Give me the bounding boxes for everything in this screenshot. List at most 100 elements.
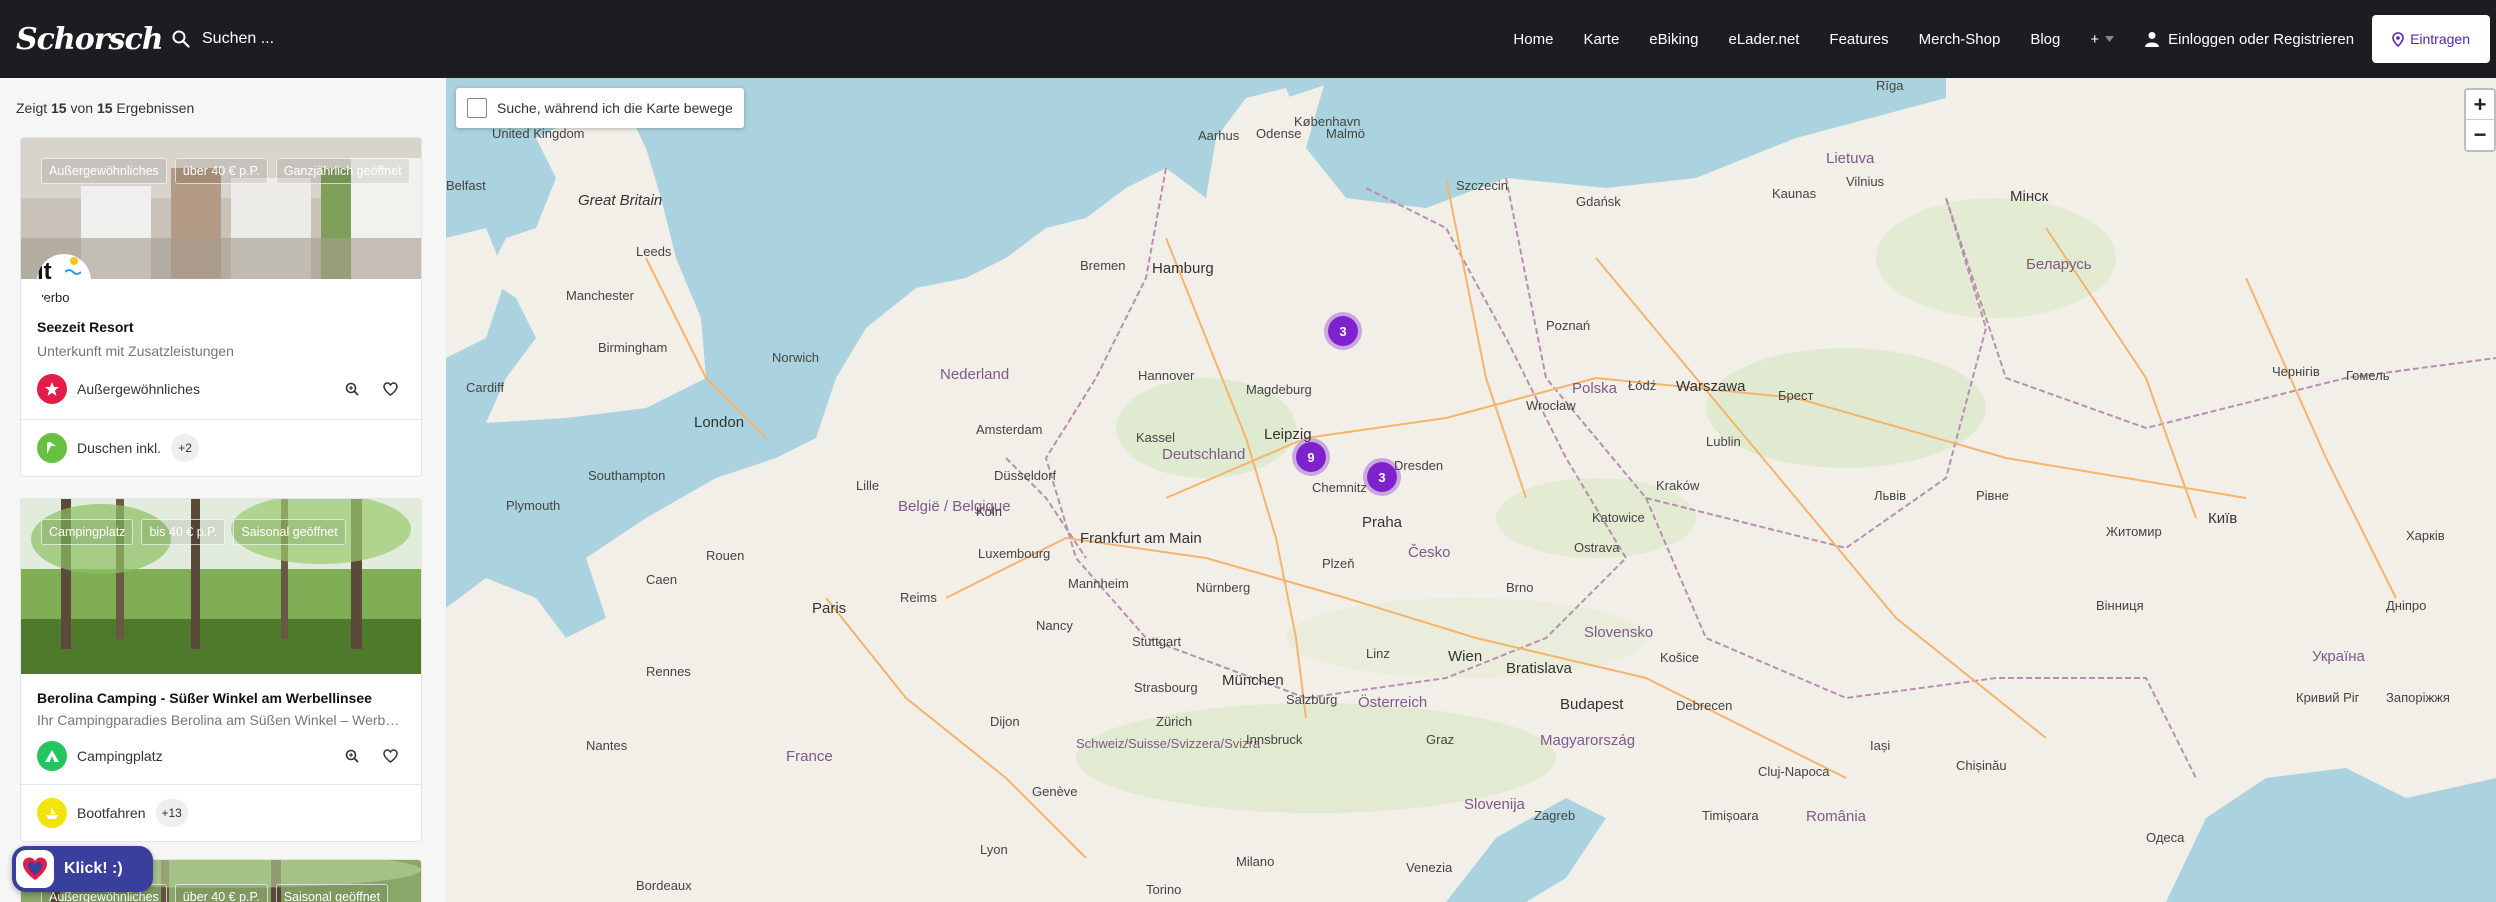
listing-image[interactable]: Campingplatz bis 40 € p.P. Saisonal geöf… (21, 499, 421, 674)
zoom-out-button[interactable]: − (2466, 120, 2494, 150)
map-label: Polska (1572, 380, 1618, 397)
map-label: Vilnius (1846, 174, 1885, 189)
tag: Außergewöhnliches (41, 158, 167, 184)
map-label: Nantes (586, 738, 628, 753)
map-label: Košice (1660, 650, 1700, 665)
map-label: Брест (1778, 388, 1814, 403)
map-label: Amsterdam (976, 422, 1043, 437)
map-label: Одеса (2146, 830, 2185, 845)
map-label: Düsseldorf (994, 468, 1057, 483)
map-cluster-marker[interactable]: 3 (1324, 312, 1362, 350)
map-label: Plzeň (1322, 556, 1355, 571)
results-total: 15 (96, 100, 113, 116)
map-label: Caen (646, 572, 678, 587)
header-search[interactable] (172, 20, 502, 58)
login-label: Einloggen oder Registrieren (2168, 30, 2355, 48)
map-cluster-marker[interactable]: 9 (1292, 438, 1330, 476)
search-while-moving-checkbox[interactable] (467, 98, 487, 118)
map-label: Magdeburg (1246, 382, 1312, 397)
nav-features[interactable]: Features (1829, 31, 1888, 48)
map-label: Köln (976, 504, 1003, 519)
map-label: Dresden (1394, 458, 1444, 473)
heart-icon (382, 382, 398, 396)
sun-icon (70, 257, 78, 265)
top-navigation-bar: Schorsch Home Karte eBiking eLader.net F… (0, 0, 2496, 78)
results-shown: 15 (51, 100, 67, 116)
search-while-moving-toggle[interactable]: Suche, während ich die Karte bewege (456, 88, 744, 128)
site-logo[interactable]: Schorsch (10, 14, 164, 64)
map-label: Malmö (1326, 126, 1366, 141)
login-link[interactable]: Einloggen oder Registrieren (2144, 31, 2354, 48)
nav-karte[interactable]: Karte (1583, 31, 1619, 48)
map-label: Salzburg (1286, 692, 1338, 707)
map-label: Praha (1362, 514, 1403, 531)
listing-image[interactable]: Außergewöhnliches über 40 € p.P. Ganzjäh… (21, 138, 421, 308)
map-label: Bordeaux (636, 878, 692, 893)
map-label: Gdańsk (1576, 194, 1621, 209)
map-label: România (1806, 808, 1867, 825)
favorite-button[interactable] (375, 741, 405, 771)
nav-home[interactable]: Home (1513, 31, 1553, 48)
nav-merch-shop[interactable]: Merch-Shop (1919, 31, 2001, 48)
zoom-to-button[interactable] (337, 741, 367, 771)
map-label: Bratislava (1506, 660, 1572, 677)
map-tiles[interactable] (446, 78, 2496, 902)
more-features-badge[interactable]: +2 (171, 434, 200, 462)
map-label: Nürnberg (1196, 580, 1251, 595)
star-icon (45, 382, 59, 396)
map-cluster-marker[interactable]: 3 (1363, 458, 1401, 496)
map-label: Kaunas (1772, 186, 1817, 201)
listing-card[interactable]: Campingplatz bis 40 € p.P. Saisonal geöf… (20, 498, 422, 842)
logo-text: Schorsch (16, 21, 164, 57)
favorite-button[interactable] (375, 374, 405, 404)
zoom-in-button[interactable]: + (2466, 90, 2494, 120)
map-label: Харків (2406, 528, 2445, 543)
map-label: Cluj-Napoca (1758, 764, 1830, 779)
map-label: Torino (1146, 882, 1182, 897)
search-icon (172, 30, 190, 48)
map-label: Cardiff (466, 380, 505, 395)
map-label: Hamburg (1152, 260, 1214, 277)
listing-card[interactable]: Außergewöhnliches über 40 € p.P. Ganzjäh… (20, 137, 422, 477)
feature-label: Bootfahren (77, 805, 146, 821)
map-view[interactable]: United Kingdom Great Britain Cardiff Bir… (446, 78, 2496, 902)
map-label: Вінниця (2096, 598, 2144, 613)
nav-more-label: + (2090, 30, 2100, 48)
map-label: London (694, 414, 745, 431)
search-input[interactable] (202, 30, 502, 48)
map-label: Запоріжжя (2386, 690, 2450, 705)
tag: Campingplatz (41, 519, 134, 545)
tag: über 40 € p.P. (174, 158, 268, 184)
tag: Saisonal geöffnet (233, 519, 346, 545)
eintragen-button[interactable]: Eintragen (2372, 15, 2490, 63)
listing-title[interactable]: Berolina Camping - Süßer Winkel am Werbe… (21, 690, 421, 706)
klick-widget-button[interactable]: Klick! :) (12, 846, 153, 892)
map-label: Katowice (1592, 510, 1645, 525)
listing-tags: Campingplatz bis 40 € p.P. Saisonal geöf… (41, 519, 346, 545)
listing-subtitle: Unterkunft mit Zusatzleistungen (37, 343, 234, 359)
nav-ebiking[interactable]: eBiking (1649, 31, 1698, 48)
map-label: Česko (1408, 544, 1451, 561)
listing-category-row: Campingplatz (21, 728, 421, 784)
nav-blog[interactable]: Blog (2030, 31, 2060, 48)
nav-more-dropdown[interactable]: + (2090, 30, 2115, 48)
map-label: Birmingham (598, 340, 668, 355)
results-middle: von (70, 100, 94, 116)
boat-icon (46, 807, 58, 819)
category-label: Außergewöhnliches (77, 381, 200, 397)
map-label: Budapest (1560, 696, 1624, 713)
logo-letters: it (37, 258, 52, 285)
map-label: Rīga (1876, 78, 1904, 93)
results-sidebar[interactable]: Zeigt 15 von 15 Ergebnissen Außergewöhnl… (0, 78, 446, 902)
feature-icon (37, 798, 67, 828)
listing-feature-row: Duschen inkl. +2 (21, 420, 421, 476)
map-label: Frankfurt am Main (1080, 530, 1202, 547)
nav-elader[interactable]: eLader.net (1729, 31, 1800, 48)
map-label: Україна (2312, 648, 2365, 665)
map-pin-icon (2392, 31, 2404, 47)
tag: bis 40 € p.P. (141, 519, 226, 545)
map-label: Dijon (990, 714, 1020, 729)
zoom-to-button[interactable] (337, 374, 367, 404)
listing-title[interactable]: Seezeit Resort (21, 319, 421, 335)
more-features-badge[interactable]: +13 (155, 799, 188, 827)
